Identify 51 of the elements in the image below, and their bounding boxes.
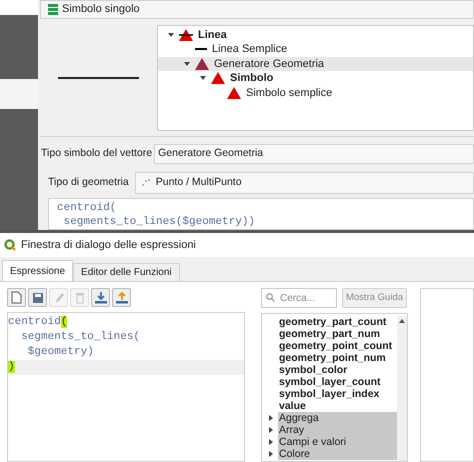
tree-item-label: Simbolo semplice <box>246 86 332 100</box>
points-icon <box>142 179 150 187</box>
variable-item[interactable]: symbol_color <box>264 364 397 376</box>
tree-item[interactable]: Simbolo <box>158 71 473 86</box>
caret-icon[interactable] <box>184 60 190 67</box>
tree-item[interactable]: Linea Semplice <box>158 42 473 56</box>
tree-item-label: Linea Semplice <box>212 42 288 57</box>
list-icon <box>48 4 58 15</box>
toolbar-button[interactable] <box>28 288 47 307</box>
tab[interactable]: Editor delle Funzioni <box>73 263 180 281</box>
triangle-icon <box>195 58 209 70</box>
tree-item[interactable]: Linea <box>158 28 473 42</box>
app-logo-icon <box>4 239 16 251</box>
geometry-type-dropdown[interactable]: Punto / MultiPunto <box>134 172 474 194</box>
window-title: Finestra di dialogo delle espressioni <box>21 238 196 253</box>
line-symbol-icon <box>179 28 193 41</box>
tab[interactable]: Espressione <box>2 260 74 281</box>
variable-item[interactable]: symbol_layer_index <box>264 388 397 400</box>
new-file-icon <box>11 291 22 304</box>
search-icon <box>266 293 275 302</box>
variable-item[interactable]: symbol_layer_count <box>264 376 397 388</box>
variable-item[interactable]: value <box>264 400 397 412</box>
tree-item-label: Linea <box>198 28 227 42</box>
variable-item[interactable]: geometry_part_count <box>264 316 397 328</box>
scrollbar[interactable] <box>397 316 407 461</box>
renderer-dropdown[interactable]: Simbolo singolo <box>40 0 474 18</box>
expression-editor[interactable]: centroid( segments_to_lines( $geometry) ) <box>7 312 245 462</box>
tree-item[interactable]: Simbolo semplice <box>158 86 473 100</box>
toolbar-button[interactable] <box>91 288 110 307</box>
toolbar-button[interactable] <box>112 288 131 307</box>
upload-icon <box>116 292 128 304</box>
field-label: Tipo di geometria <box>48 175 129 190</box>
expression-preview: centroid( segments_to_lines($geometry)) <box>48 198 474 230</box>
download-icon <box>94 292 106 304</box>
tree-item-label: Simbolo <box>230 71 274 86</box>
search-field[interactable]: Cerca... <box>261 288 337 308</box>
triangle-icon <box>211 72 225 84</box>
variable-item[interactable]: geometry_point_count <box>264 340 397 352</box>
tree-item-label: Generatore Geometria <box>214 56 324 72</box>
caret-icon[interactable] <box>200 75 206 82</box>
trash-icon <box>74 292 86 304</box>
variable-item[interactable]: geometry_point_num <box>264 352 397 364</box>
caret-icon[interactable] <box>168 32 174 38</box>
scroll-up-icon[interactable] <box>399 319 405 323</box>
symbol-layer-type-dropdown[interactable]: Generatore Geometria <box>154 144 474 164</box>
field-label: Tipo simbolo del vettore <box>40 146 152 162</box>
save-icon <box>32 292 44 304</box>
triangle-icon <box>227 86 241 99</box>
variable-item[interactable]: geometry_part_num <box>264 328 397 340</box>
tree-item[interactable]: Generatore Geometria <box>158 56 473 71</box>
toolbar-button[interactable] <box>7 288 26 307</box>
